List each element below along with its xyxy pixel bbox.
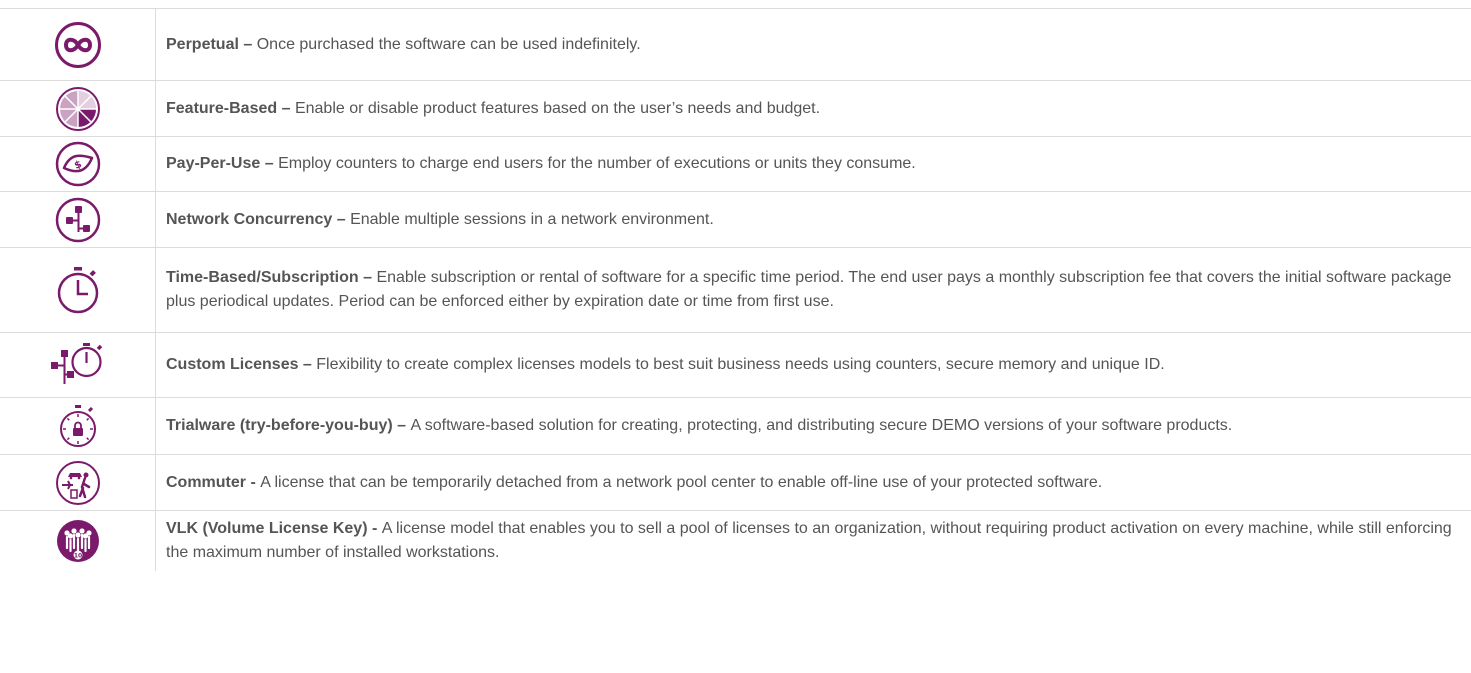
icon-cell <box>0 398 156 454</box>
icon-cell <box>0 248 156 332</box>
stopwatch-icon <box>53 264 103 316</box>
separator: – <box>358 269 377 286</box>
icon-cell <box>0 81 156 136</box>
term-label: Time-Based/Subscription <box>166 269 359 286</box>
text-cell: Perpetual – Once purchased the software … <box>156 9 1471 80</box>
row-text: Trialware (try-before-you-buy) – A softw… <box>166 414 1232 438</box>
separator: - <box>367 520 382 537</box>
text-cell: Pay-Per-Use – Employ counters to charge … <box>156 137 1471 191</box>
term-description: Once purchased the software can be used … <box>256 35 641 53</box>
text-cell: Feature-Based – Enable or disable produc… <box>156 81 1471 136</box>
table-row: 10 VLK (Volume License Key) - A license … <box>0 511 1471 571</box>
network-icon <box>55 197 101 243</box>
separator: – <box>277 99 295 117</box>
license-models-table: Perpetual – Once purchased the software … <box>0 8 1471 571</box>
term-label: Custom Licenses <box>166 356 299 373</box>
separator: – <box>332 210 351 228</box>
term-description: Employ counters to charge end users for … <box>278 155 916 172</box>
table-row: Perpetual – Once purchased the software … <box>0 9 1471 81</box>
table-row: $ Pay-Per-Use – Employ counters to charg… <box>0 137 1471 192</box>
network-stopwatch-icon <box>47 340 109 390</box>
separator: – <box>238 35 257 53</box>
row-text: Network Concurrency – Enable multiple se… <box>166 208 714 232</box>
row-text: Commuter - A license that can be tempora… <box>166 471 1102 495</box>
term-description: Enable multiple sessions in a network en… <box>350 210 714 228</box>
row-text: Feature-Based – Enable or disable produc… <box>166 97 820 121</box>
group-icon: 10 <box>55 518 101 564</box>
infinity-icon <box>54 21 102 69</box>
table-row: Time-Based/Subscription – Enable subscri… <box>0 248 1471 333</box>
stopwatch-lock-icon <box>56 403 100 449</box>
separator: – <box>260 155 279 172</box>
term-label: Network Concurrency <box>166 210 333 228</box>
icon-cell <box>0 192 156 247</box>
pie-chart-icon <box>55 86 101 132</box>
term-description: Flexibility to create complex licenses m… <box>316 356 1165 373</box>
row-text: Custom Licenses – Flexibility to create … <box>166 353 1165 377</box>
table-row: Custom Licenses – Flexibility to create … <box>0 333 1471 398</box>
table-row: Feature-Based – Enable or disable produc… <box>0 81 1471 137</box>
row-text: VLK (Volume License Key) - A license mod… <box>166 517 1459 565</box>
commuter-icon <box>55 460 101 506</box>
icon-cell <box>0 455 156 510</box>
row-text: Pay-Per-Use – Employ counters to charge … <box>166 152 916 176</box>
separator: – <box>392 417 411 434</box>
term-description: Enable or disable product features based… <box>294 99 821 117</box>
money-bill-icon: $ <box>55 141 101 187</box>
svg-text:10: 10 <box>73 553 81 560</box>
term-label: Trialware (try-before-you-buy) <box>166 417 393 434</box>
term-label: Pay-Per-Use <box>166 155 261 172</box>
term-label: Feature-Based <box>166 99 278 117</box>
icon-cell: $ <box>0 137 156 191</box>
separator: - <box>246 473 261 491</box>
separator: – <box>298 356 317 373</box>
text-cell: VLK (Volume License Key) - A license mod… <box>156 511 1471 571</box>
text-cell: Network Concurrency – Enable multiple se… <box>156 192 1471 247</box>
icon-cell <box>0 333 156 397</box>
term-description: A software-based solution for creating, … <box>410 417 1233 434</box>
term-description: A license that can be temporarily detach… <box>260 473 1103 491</box>
table-row: Network Concurrency – Enable multiple se… <box>0 192 1471 248</box>
text-cell: Trialware (try-before-you-buy) – A softw… <box>156 398 1471 454</box>
row-text: Perpetual – Once purchased the software … <box>166 33 641 57</box>
row-text: Time-Based/Subscription – Enable subscri… <box>166 266 1459 314</box>
text-cell: Commuter - A license that can be tempora… <box>156 455 1471 510</box>
table-row: Trialware (try-before-you-buy) – A softw… <box>0 398 1471 455</box>
icon-cell <box>0 9 156 80</box>
term-label: Perpetual <box>166 35 239 53</box>
table-row: Commuter - A license that can be tempora… <box>0 455 1471 511</box>
term-label: Commuter <box>166 473 247 491</box>
icon-cell: 10 <box>0 511 156 571</box>
text-cell: Time-Based/Subscription – Enable subscri… <box>156 248 1471 332</box>
term-label: VLK (Volume License Key) <box>166 520 368 537</box>
text-cell: Custom Licenses – Flexibility to create … <box>156 333 1471 397</box>
